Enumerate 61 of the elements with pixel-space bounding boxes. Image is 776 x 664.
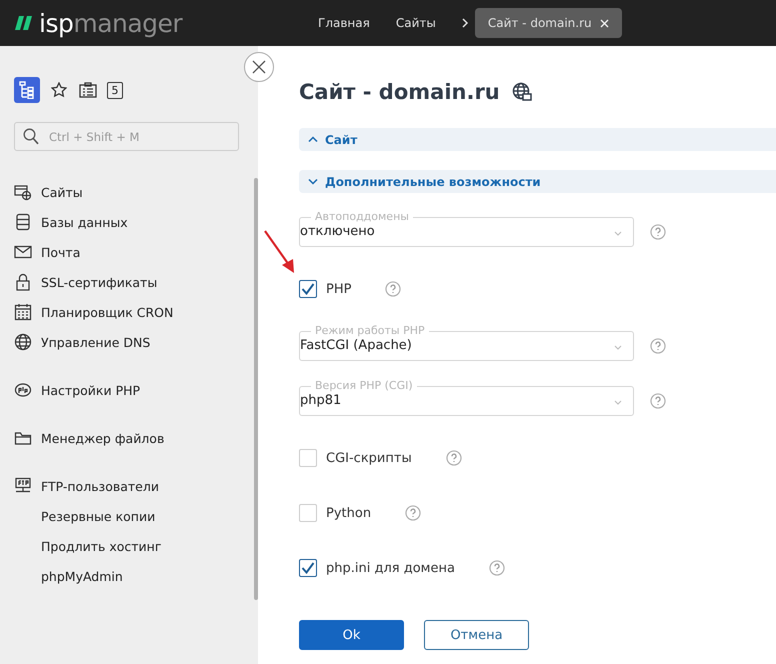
nav-item[interactable]: Базы данных: [14, 207, 258, 237]
caret-icon: [614, 231, 622, 236]
nav-item[interactable]: Резервные копии: [14, 501, 258, 531]
nav-item[interactable]: Настройки PHP: [14, 375, 258, 405]
count-badge[interactable]: 5: [107, 82, 123, 98]
ok-button[interactable]: Ok: [299, 620, 404, 650]
close-icon[interactable]: [600, 18, 609, 28]
checkbox-label: php.ini для домена: [326, 560, 455, 576]
database-icon: [14, 213, 32, 231]
nav-item[interactable]: Менеджер файлов: [14, 423, 258, 453]
select-field[interactable]: Версия PHP (CGI) php81: [299, 379, 634, 416]
globe-icon: [14, 333, 32, 351]
caret-icon: [614, 345, 622, 350]
nav-item[interactable]: Сайты: [14, 177, 258, 207]
search-field[interactable]: Ctrl + Shift + M: [14, 122, 239, 151]
php-icon: [14, 381, 32, 399]
logo-text: ispmanager: [39, 10, 182, 36]
nav-item[interactable]: Планировщик CRON: [14, 297, 258, 327]
checkbox-label: Python: [326, 506, 372, 520]
select-field[interactable]: Режим работы PHP FastCGI (Apache): [299, 324, 634, 361]
nav-item[interactable]: FTP-пользователи: [14, 471, 258, 501]
section-header[interactable]: Сайт: [299, 128, 776, 151]
help-icon[interactable]: [405, 505, 422, 521]
globe-icon: [512, 82, 532, 102]
chevron-icon: [460, 18, 469, 28]
caret-icon: [308, 136, 318, 143]
mail-icon: [14, 243, 32, 261]
logo-icon: [15, 16, 35, 30]
section-header[interactable]: Дополнительные возможности: [299, 170, 776, 193]
breadcrumb-tab[interactable]: Сайты: [382, 8, 449, 38]
checkbox[interactable]: [299, 280, 317, 298]
breadcrumb-tab[interactable]: Сайт - domain.ru: [474, 8, 622, 38]
help-icon[interactable]: [650, 224, 666, 240]
scrollbar[interactable]: [254, 178, 258, 600]
ftp-icon: [14, 477, 32, 495]
tree-icon[interactable]: [14, 77, 40, 103]
checkbox-label: PHP: [326, 282, 352, 296]
help-icon[interactable]: [650, 393, 666, 409]
lock-icon: [14, 273, 32, 291]
nav-item[interactable]: Управление DNS: [14, 327, 258, 357]
nav-item[interactable]: phpMyAdmin: [14, 561, 258, 591]
select-field[interactable]: Автоподдомены отключено: [299, 210, 634, 247]
close-icon: [250, 58, 268, 76]
arrow-annotation: [263, 229, 297, 275]
help-icon[interactable]: [650, 338, 666, 354]
checkbox[interactable]: [299, 559, 317, 577]
checkbox-label: CGI-скрипты: [326, 450, 412, 466]
nav-item[interactable]: SSL-сертификаты: [14, 267, 258, 297]
nav-item[interactable]: Почта: [14, 237, 258, 267]
help-icon[interactable]: [385, 281, 402, 297]
page-title: Сайт - domain.ru: [299, 80, 500, 104]
caret-icon: [308, 178, 318, 185]
help-icon[interactable]: [488, 560, 505, 576]
caret-icon: [614, 400, 622, 405]
nav-item[interactable]: Продлить хостинг: [14, 531, 258, 561]
cancel-button[interactable]: Отмена: [424, 620, 529, 650]
search-icon: [23, 128, 39, 145]
calendar-icon: [14, 303, 32, 321]
breadcrumb-tab[interactable]: Главная: [305, 8, 383, 38]
sites-icon: [14, 183, 32, 201]
help-icon[interactable]: [446, 450, 462, 466]
